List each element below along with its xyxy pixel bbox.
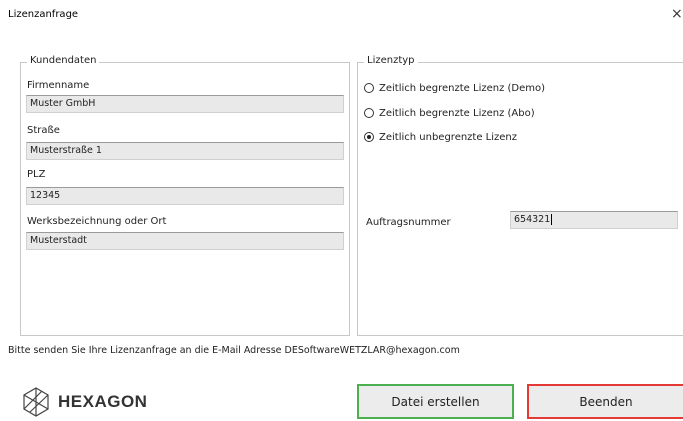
info-text: Bitte senden Sie Ihre Lizenzanfrage an d… bbox=[8, 345, 460, 356]
exit-button[interactable]: Beenden bbox=[527, 384, 683, 419]
license-option-demo[interactable]: Zeitlich begrenzte Lizenz (Demo) bbox=[364, 81, 545, 95]
order-number-field[interactable]: 654321 bbox=[510, 211, 678, 229]
radio-unlimited[interactable] bbox=[364, 132, 374, 142]
title-bar: Lizenzanfrage × bbox=[0, 0, 683, 30]
order-number-label: Auftragsnummer bbox=[366, 217, 451, 228]
logo-text: HEXAGON bbox=[58, 392, 148, 411]
company-name-label: Firmenname bbox=[27, 80, 90, 91]
location-field[interactable]: Musterstadt bbox=[26, 232, 344, 250]
street-field[interactable]: Musterstraße 1 bbox=[26, 142, 344, 160]
company-name-field[interactable]: Muster GmbH bbox=[26, 95, 344, 113]
create-file-button[interactable]: Datei erstellen bbox=[357, 384, 514, 419]
customer-data-legend: Kundendaten bbox=[27, 55, 100, 66]
zip-field[interactable]: 12345 bbox=[26, 187, 344, 205]
license-option-abo-label: Zeitlich begrenzte Lizenz (Abo) bbox=[379, 107, 535, 119]
radio-abo[interactable] bbox=[364, 108, 374, 118]
license-option-abo[interactable]: Zeitlich begrenzte Lizenz (Abo) bbox=[364, 106, 535, 120]
text-caret bbox=[551, 214, 553, 225]
zip-label: PLZ bbox=[27, 169, 46, 180]
hexagon-logo-icon bbox=[23, 387, 49, 417]
license-option-demo-label: Zeitlich begrenzte Lizenz (Demo) bbox=[379, 82, 546, 94]
window-title: Lizenzanfrage bbox=[8, 9, 79, 20]
street-label: Straße bbox=[27, 125, 60, 136]
license-option-unlimited-label: Zeitlich unbegrenzte Lizenz bbox=[379, 131, 518, 143]
license-type-legend: Lizenztyp bbox=[364, 55, 418, 66]
close-icon[interactable]: × bbox=[671, 6, 683, 22]
radio-demo[interactable] bbox=[364, 83, 374, 93]
location-label: Werksbezeichnung oder Ort bbox=[27, 216, 167, 227]
license-option-unlimited[interactable]: Zeitlich unbegrenzte Lizenz bbox=[364, 130, 517, 144]
order-number-value: 654321 bbox=[514, 214, 551, 225]
hexagon-logo: HEXAGON bbox=[20, 386, 147, 418]
license-type-group: Lizenztyp Zeitlich begrenzte Lizenz (Dem… bbox=[357, 55, 683, 336]
